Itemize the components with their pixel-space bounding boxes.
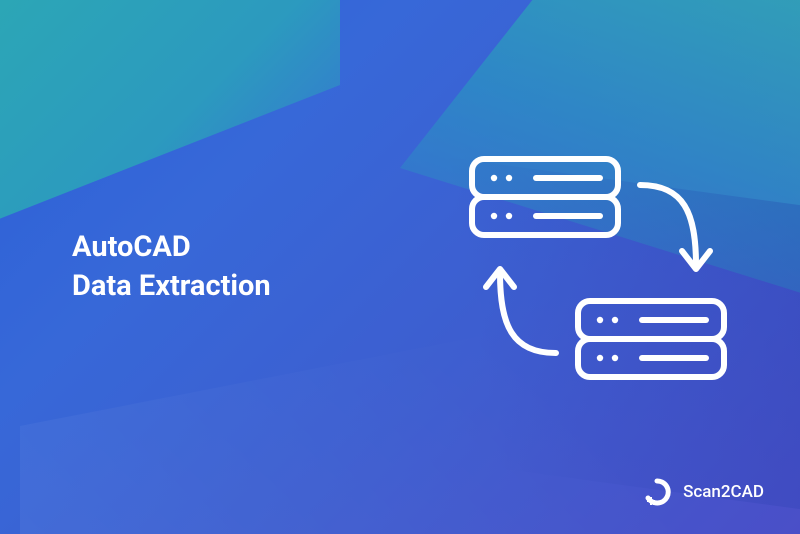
servers-sync-icon: [438, 153, 738, 403]
scan2cad-logo-icon: [643, 478, 671, 506]
headline-line-1: AutoCAD: [72, 228, 271, 267]
brand: Scan2CAD: [643, 478, 764, 506]
brand-name: Scan2CAD: [683, 482, 764, 502]
page-title: AutoCAD Data Extraction: [72, 228, 271, 306]
hero-content: AutoCAD Data Extraction: [0, 0, 800, 534]
headline-line-2: Data Extraction: [72, 267, 271, 306]
